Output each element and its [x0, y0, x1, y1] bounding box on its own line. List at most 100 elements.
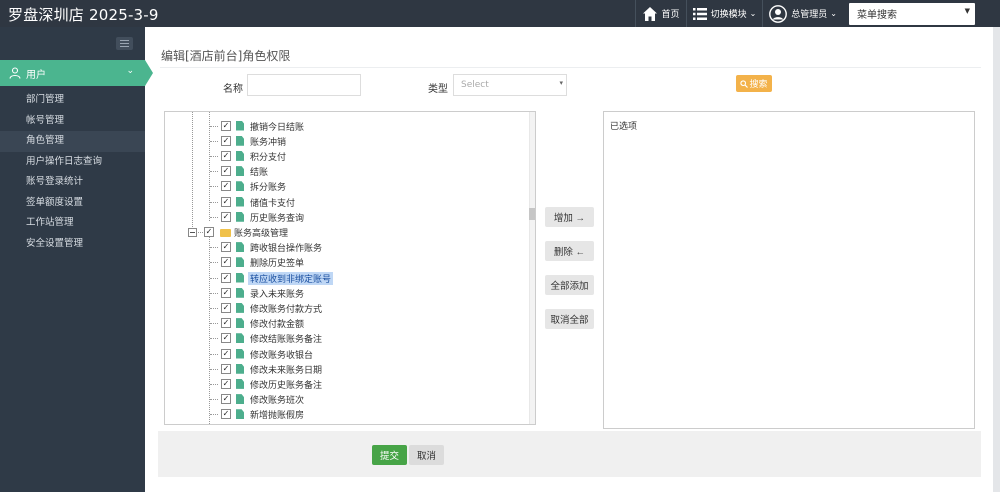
- sidebar-item-accounts[interactable]: 帐号管理: [0, 111, 145, 132]
- tree-checkbox[interactable]: ✓: [221, 425, 231, 426]
- tree-node[interactable]: ✓ 撤销今日结账: [165, 119, 525, 134]
- sidebar-item-login-stats[interactable]: 账号登录统计: [0, 172, 145, 193]
- tree-connector-line: [210, 368, 218, 370]
- sidebar-collapse-button[interactable]: [116, 37, 133, 50]
- tree-node-label[interactable]: 新增抛账假房: [250, 408, 304, 421]
- sidebar: 用户 ⌄ 部门管理 帐号管理 角色管理 用户操作日志查询 账号登录统计 签单额度…: [0, 27, 153, 492]
- name-input[interactable]: [247, 74, 361, 96]
- selected-items-title: 已选项: [610, 122, 638, 132]
- search-button[interactable]: 搜索: [736, 75, 772, 92]
- tree-node[interactable]: ✓ 删除历史签单: [165, 255, 525, 270]
- tree-node[interactable]: ✓ 积分支付: [165, 149, 525, 164]
- file-icon: [236, 333, 244, 344]
- tree-group-node[interactable]: ✓ 账务高级管理: [165, 225, 525, 240]
- tree-checkbox[interactable]: ✓: [221, 135, 231, 146]
- tree-connector-line: [210, 307, 218, 309]
- tree-node[interactable]: ✓ 修改账务收银台: [165, 347, 525, 362]
- tree-node[interactable]: ✓ 账务冲销: [165, 134, 525, 149]
- tree-checkbox[interactable]: ✓: [221, 196, 231, 207]
- tree-node-label[interactable]: 跨收银台操作账务: [250, 241, 322, 254]
- tree-node-label[interactable]: 修改未来账务日期: [250, 363, 322, 376]
- tree-checkbox[interactable]: ✓: [221, 363, 231, 374]
- tree-node[interactable]: ✓ 历史账务查询: [165, 210, 525, 225]
- tree-node-label[interactable]: 修改历史账务备注: [250, 378, 322, 391]
- tree-checkbox[interactable]: ✓: [221, 181, 231, 192]
- tree-node-label[interactable]: 积分支付: [250, 150, 286, 163]
- tree-node-label[interactable]: 转应收到非绑定账号: [248, 271, 334, 285]
- tree-node-label[interactable]: 删除历史签单: [250, 256, 304, 269]
- tree-node-label[interactable]: 在线支付回调查询: [250, 424, 322, 425]
- remove-button[interactable]: 删除 ←: [545, 241, 594, 261]
- menu-search-select[interactable]: 菜单搜索 ▼: [849, 2, 975, 25]
- tree-node[interactable]: ✓ 修改账务付款方式: [165, 301, 525, 316]
- tree-node[interactable]: ✓ 结账: [165, 164, 525, 179]
- home-link[interactable]: 首页: [634, 0, 686, 27]
- tree-node[interactable]: ✓ 转应收到非绑定账号: [165, 271, 525, 286]
- tree-node-label[interactable]: 账务冲销: [250, 135, 286, 148]
- tree-checkbox[interactable]: ✓: [221, 394, 231, 405]
- tree-checkbox[interactable]: ✓: [221, 348, 231, 359]
- sidebar-item-credit-limit[interactable]: 签单额度设置: [0, 193, 145, 214]
- admin-menu[interactable]: 总管理员 ⌄: [762, 0, 843, 27]
- cancel-button[interactable]: 取消: [409, 445, 444, 465]
- type-select[interactable]: Select ▾: [453, 74, 567, 96]
- tree-node[interactable]: ✓ 修改历史账务备注: [165, 377, 525, 392]
- menu-search-text: 菜单搜索: [857, 10, 897, 21]
- tree-node[interactable]: ✓ 拆分账务: [165, 179, 525, 194]
- tree-node-label[interactable]: 修改结账账务备注: [250, 332, 322, 345]
- tree-connector-line: [210, 338, 218, 340]
- tree-checkbox[interactable]: ✓: [221, 257, 231, 268]
- sidebar-item-operation-log[interactable]: 用户操作日志查询: [0, 152, 145, 173]
- tree-scrollbar[interactable]: [529, 112, 535, 424]
- sidebar-item-workstations[interactable]: 工作站管理: [0, 213, 145, 234]
- switch-module-menu[interactable]: 切换模块 ⌄: [685, 0, 763, 27]
- sidebar-section-user[interactable]: 用户 ⌄: [0, 60, 153, 86]
- tree-checkbox[interactable]: ✓: [221, 409, 231, 420]
- tree-checkbox[interactable]: ✓: [221, 333, 231, 344]
- file-icon: [236, 272, 244, 283]
- tree-checkbox[interactable]: ✓: [221, 302, 231, 313]
- add-button[interactable]: 增加 →: [545, 207, 594, 227]
- tree-group-label[interactable]: 账务高级管理: [234, 226, 288, 239]
- tree-node[interactable]: ✓ 跨收银台操作账务: [165, 240, 525, 255]
- tree-node-label[interactable]: 拆分账务: [250, 180, 286, 193]
- tree-node[interactable]: ✓ 修改结账账务备注: [165, 331, 525, 346]
- permission-tree: ✓ 撤销今日结账 ✓ 账务冲销 ✓ 积分支付 ✓ 结账 ✓ 拆分账务 ✓ 储值卡支付 ✓ 历史账务查询 ✓ 账…: [164, 111, 536, 425]
- tree-node-label[interactable]: 修改账务收银台: [250, 348, 313, 361]
- tree-node[interactable]: ✓ 修改未来账务日期: [165, 362, 525, 377]
- tree-node-label[interactable]: 结账: [250, 165, 268, 178]
- tree-node-label[interactable]: 修改付款金额: [250, 317, 304, 330]
- tree-checkbox[interactable]: ✓: [221, 120, 231, 131]
- tree-node-label[interactable]: 修改账务班次: [250, 393, 304, 406]
- collapse-toggle-icon[interactable]: [188, 227, 197, 237]
- tree-node[interactable]: ✓ 储值卡支付: [165, 195, 525, 210]
- tree-node[interactable]: ✓ 在线支付回调查询: [165, 423, 525, 426]
- tree-node[interactable]: ✓ 新增抛账假房: [165, 407, 525, 422]
- tree-node[interactable]: ✓ 修改账务班次: [165, 392, 525, 407]
- tree-checkbox[interactable]: ✓: [221, 242, 231, 253]
- submit-button[interactable]: 提交: [372, 445, 407, 465]
- tree-checkbox[interactable]: ✓: [221, 378, 231, 389]
- tree-node-label[interactable]: 历史账务查询: [250, 211, 304, 224]
- tree-node[interactable]: ✓ 录入未来账务: [165, 286, 525, 301]
- sidebar-item-roles[interactable]: 角色管理: [0, 131, 145, 152]
- tree-node-label[interactable]: 储值卡支付: [250, 196, 295, 209]
- tree-checkbox[interactable]: ✓: [221, 318, 231, 329]
- sidebar-item-security[interactable]: 安全设置管理: [0, 234, 145, 255]
- tree-checkbox[interactable]: ✓: [221, 272, 231, 283]
- tree-checkbox[interactable]: ✓: [221, 211, 231, 222]
- divider: [160, 67, 981, 68]
- tree-checkbox[interactable]: ✓: [221, 150, 231, 161]
- tree-scrollbar-thumb[interactable]: [529, 208, 535, 220]
- tree-node-label[interactable]: 撤销今日结账: [250, 120, 304, 133]
- add-all-button[interactable]: 全部添加: [545, 275, 594, 295]
- page-scrollbar[interactable]: [993, 27, 1000, 492]
- tree-node-label[interactable]: 录入未来账务: [250, 287, 304, 300]
- tree-node-label[interactable]: 修改账务付款方式: [250, 302, 322, 315]
- tree-checkbox[interactable]: ✓: [204, 226, 214, 237]
- remove-all-button[interactable]: 取消全部: [545, 309, 594, 329]
- tree-node[interactable]: ✓ 修改付款金额: [165, 316, 525, 331]
- tree-checkbox[interactable]: ✓: [221, 166, 231, 177]
- sidebar-item-department[interactable]: 部门管理: [0, 90, 145, 111]
- tree-checkbox[interactable]: ✓: [221, 287, 231, 298]
